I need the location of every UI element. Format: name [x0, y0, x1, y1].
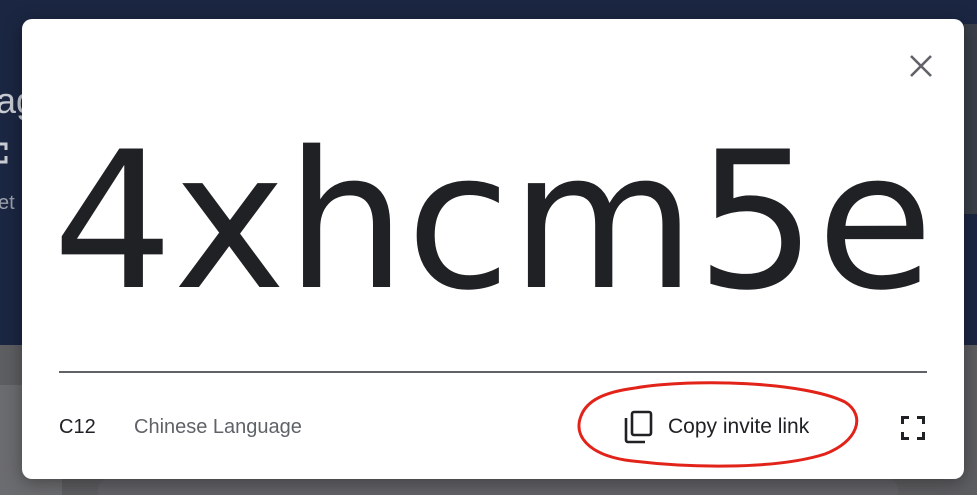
class-section: C12	[59, 416, 96, 438]
class-code-dialog: 4xhcm5e C12 Chinese Language Copy invite…	[22, 19, 964, 479]
fullscreen-button[interactable]	[898, 413, 928, 443]
copy-invite-link-label: Copy invite link	[668, 415, 810, 438]
background-class-subtitle: et	[0, 192, 15, 214]
fullscreen-icon	[901, 416, 925, 440]
class-code-display: 4xhcm5e	[52, 111, 934, 332]
copy-invite-link-button[interactable]: Copy invite link	[614, 404, 836, 450]
close-icon	[910, 55, 932, 77]
close-button[interactable]	[904, 49, 938, 83]
background-card-bottom	[98, 478, 898, 495]
background-expand-icon	[0, 142, 8, 164]
copy-icon	[624, 410, 653, 444]
divider	[59, 371, 927, 373]
class-name: Chinese Language	[134, 416, 302, 438]
background-banner-edge	[964, 24, 977, 214]
